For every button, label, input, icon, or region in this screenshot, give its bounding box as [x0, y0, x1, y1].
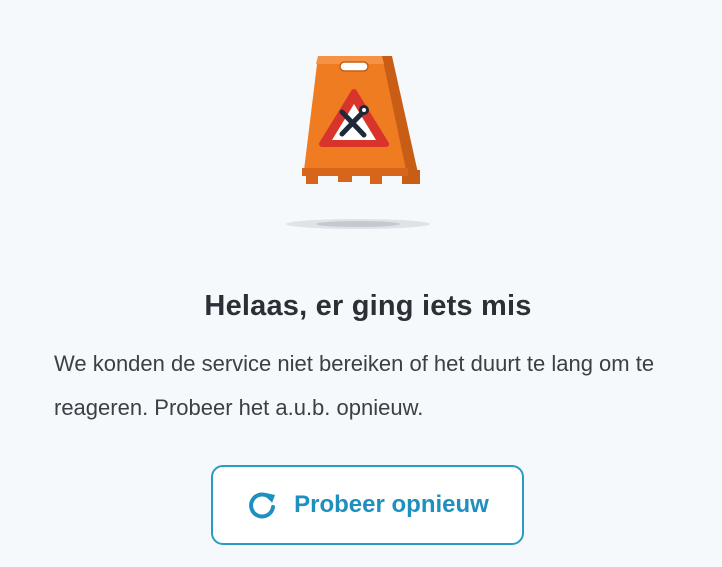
retry-button[interactable]: Probeer opnieuw — [211, 465, 524, 545]
construction-sign-icon — [286, 56, 430, 229]
error-title: Helaas, er ging iets mis — [204, 290, 532, 322]
retry-button-label: Probeer opnieuw — [294, 491, 489, 518]
construction-sign-illustration — [262, 44, 462, 244]
refresh-icon — [246, 489, 278, 521]
error-message: We konden de service niet bereiken of he… — [54, 351, 655, 420]
